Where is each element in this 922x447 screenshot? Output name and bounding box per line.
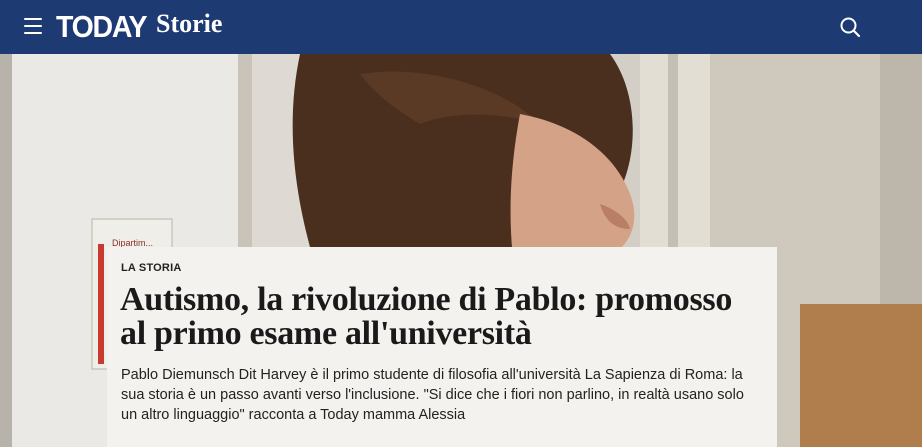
site-header: TODAY Storie xyxy=(0,0,922,54)
hamburger-menu-icon[interactable] xyxy=(24,18,44,34)
search-icon[interactable] xyxy=(838,15,862,39)
article-category[interactable]: LA STORIA xyxy=(121,262,181,274)
article-summary: Pablo Diemunsch Dit Harvey è il primo st… xyxy=(121,367,744,423)
article-card[interactable]: LA STORIA Autismo, la rivoluzione di Pab… xyxy=(107,247,777,447)
site-logo[interactable]: TODAY xyxy=(56,9,148,45)
article-headline[interactable]: Autismo, la rivoluzione di Pablo: promos… xyxy=(120,283,765,351)
section-name[interactable]: Storie xyxy=(156,9,222,39)
